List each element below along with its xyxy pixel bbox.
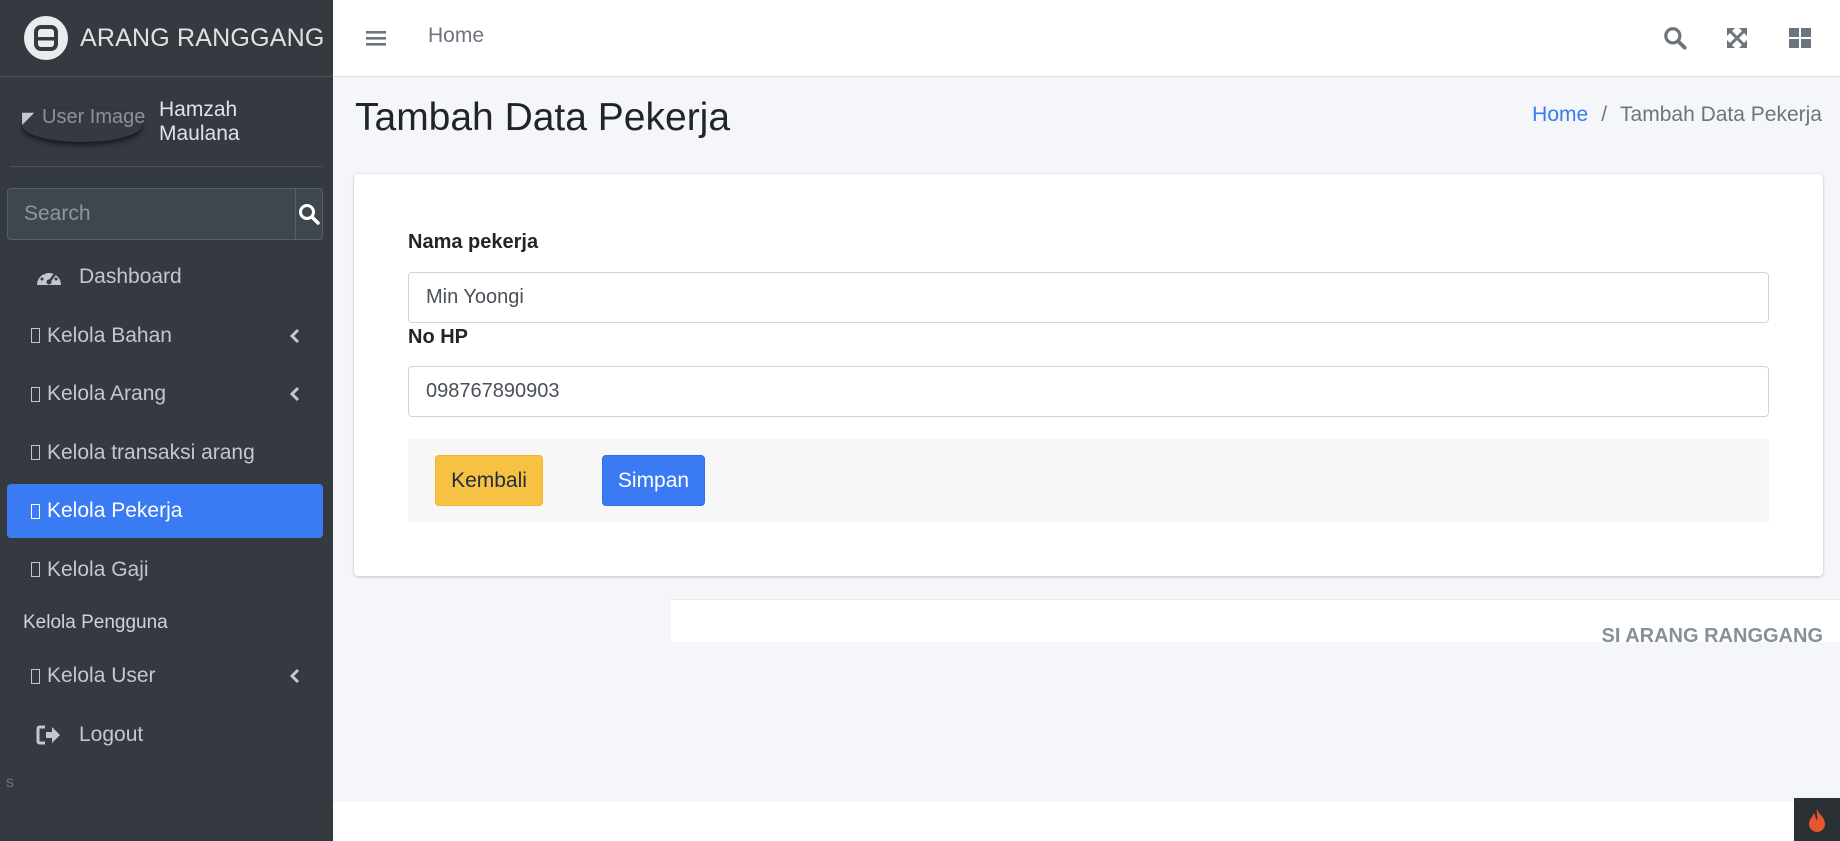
fullscreen-icon[interactable]: [1725, 26, 1749, 50]
box-icon: [31, 328, 40, 343]
page-title: Tambah Data Pekerja: [355, 96, 731, 139]
phone-field[interactable]: 098767890903: [408, 366, 1769, 417]
phone-label: No HP: [408, 326, 468, 348]
breadcrumb-current: Tambah Data Pekerja: [1620, 103, 1822, 126]
box-icon: [31, 503, 40, 519]
sidebar-item-label: Dashboard: [79, 265, 182, 288]
sidebar-item-kelola-pekerja[interactable]: Kelola Pekerja: [7, 484, 323, 538]
flame-icon: [1809, 808, 1825, 832]
card-footer: Kembali Simpan: [408, 439, 1769, 522]
name-field[interactable]: Min Yoongi: [408, 272, 1769, 323]
box-icon: [31, 668, 40, 684]
breadcrumb-separator: /: [1601, 103, 1608, 126]
brand-logo-icon: [24, 16, 68, 60]
tachometer-icon: [33, 265, 65, 289]
sidebar-item-kelola-arang[interactable]: Kelola Arang: [7, 367, 323, 421]
box-icon: [31, 386, 40, 402]
sidebar-search-input[interactable]: [7, 188, 295, 240]
sidebar-search-button[interactable]: [295, 188, 323, 240]
brand-name: ARANG RANGGANG: [80, 23, 325, 52]
sidebar-nav: Dashboard Kelola Bahan Kelola Arang Kelo…: [7, 250, 323, 766]
topbar-home-link[interactable]: Home: [428, 24, 484, 48]
debug-toolbar-toggle[interactable]: [1794, 798, 1840, 841]
save-button[interactable]: Simpan: [602, 455, 705, 506]
sidebar-item-label: Kelola Bahan: [47, 323, 172, 347]
back-button[interactable]: Kembali: [435, 455, 543, 506]
search-icon: [299, 204, 320, 225]
breadcrumb: Home / Tambah Data Pekerja: [1532, 103, 1822, 127]
sidebar-search: [7, 188, 323, 240]
user-image-alt: User Image: [42, 105, 146, 128]
name-label: Nama pekerja: [408, 231, 539, 253]
sidebar-item-logout[interactable]: Logout: [7, 708, 323, 762]
sidebar-item-label: Kelola Gaji: [47, 557, 149, 581]
sidebar-item-label: Kelola Arang: [47, 382, 167, 405]
sidebar-item-label: Kelola Pekerja: [47, 499, 183, 522]
user-panel: ◤ User Image Hamzah Maulana: [10, 77, 323, 167]
chevron-left-icon: [289, 386, 300, 402]
brand-link[interactable]: ARANG RANGGANG: [0, 0, 333, 77]
sidebar-item-kelola-transaksi-arang[interactable]: Kelola transaksi arang: [7, 426, 323, 480]
sign-out-icon: [33, 724, 65, 746]
sidebar-section-header: Kelola Pengguna: [23, 612, 168, 633]
chevron-left-icon: [289, 328, 300, 343]
bottom-strip: [333, 802, 1840, 841]
form-card: Nama pekerja Min Yoongi No HP 0987678909…: [354, 174, 1823, 576]
stray-text: s: [6, 774, 14, 791]
sidebar-item-label: Kelola User: [47, 664, 156, 687]
sidebar-item-label: Kelola transaksi arang: [47, 440, 255, 464]
broken-image-icon: ◤: [22, 109, 35, 127]
user-avatar[interactable]: ◤ User Image: [22, 104, 146, 140]
footer-text: SI ARANG RANGGANG: [1601, 625, 1823, 647]
hamburger-menu-icon[interactable]: [365, 28, 387, 48]
sidebar-item-label: Logout: [79, 722, 144, 746]
sidebar-item-kelola-gaji[interactable]: Kelola Gaji: [7, 543, 323, 597]
sidebar-item-kelola-user[interactable]: Kelola User: [7, 649, 323, 703]
breadcrumb-home-link[interactable]: Home: [1532, 103, 1588, 127]
sidebar-item-dashboard[interactable]: Dashboard: [7, 250, 323, 304]
sidebar-item-kelola-bahan[interactable]: Kelola Bahan: [7, 309, 323, 363]
main-sidebar: ARANG RANGGANG ◤ User Image Hamzah Maula…: [0, 0, 333, 841]
main-footer: SI ARANG RANGGANG: [671, 599, 1840, 647]
user-name[interactable]: Hamzah Maulana: [159, 98, 323, 146]
top-navbar: Home: [333, 0, 1840, 77]
apps-grid-icon[interactable]: [1788, 26, 1812, 50]
chevron-left-icon: [289, 668, 300, 684]
box-icon: [31, 562, 40, 577]
search-icon[interactable]: [1662, 25, 1688, 51]
box-icon: [31, 445, 40, 460]
